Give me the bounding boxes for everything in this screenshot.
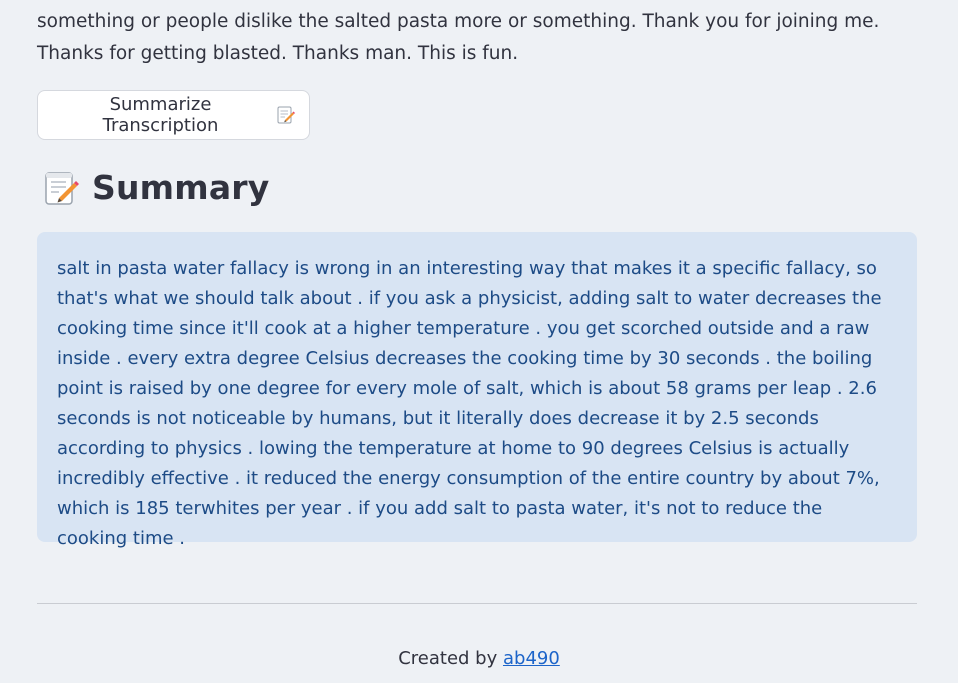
summary-box: salt in pasta water fallacy is wrong in … [37,232,917,549]
divider [37,603,917,604]
footer-created-by: Created by [398,648,498,669]
memo-icon [44,169,80,207]
summarize-button-label: Summarize Transcription [102,94,219,136]
memo-icon [277,105,295,125]
author-link[interactable]: ab490 [503,648,560,669]
transcript-tail-text: something or people dislike the salted p… [37,11,880,64]
summary-text: salt in pasta water fallacy is wrong in … [57,258,882,549]
footer: Created by ab490 [0,648,958,669]
summary-title: Summary [92,168,270,207]
app-main: something or people dislike the salted p… [0,0,958,683]
summarize-transcription-button[interactable]: Summarize Transcription [37,90,310,140]
summary-heading: Summary [44,168,270,207]
